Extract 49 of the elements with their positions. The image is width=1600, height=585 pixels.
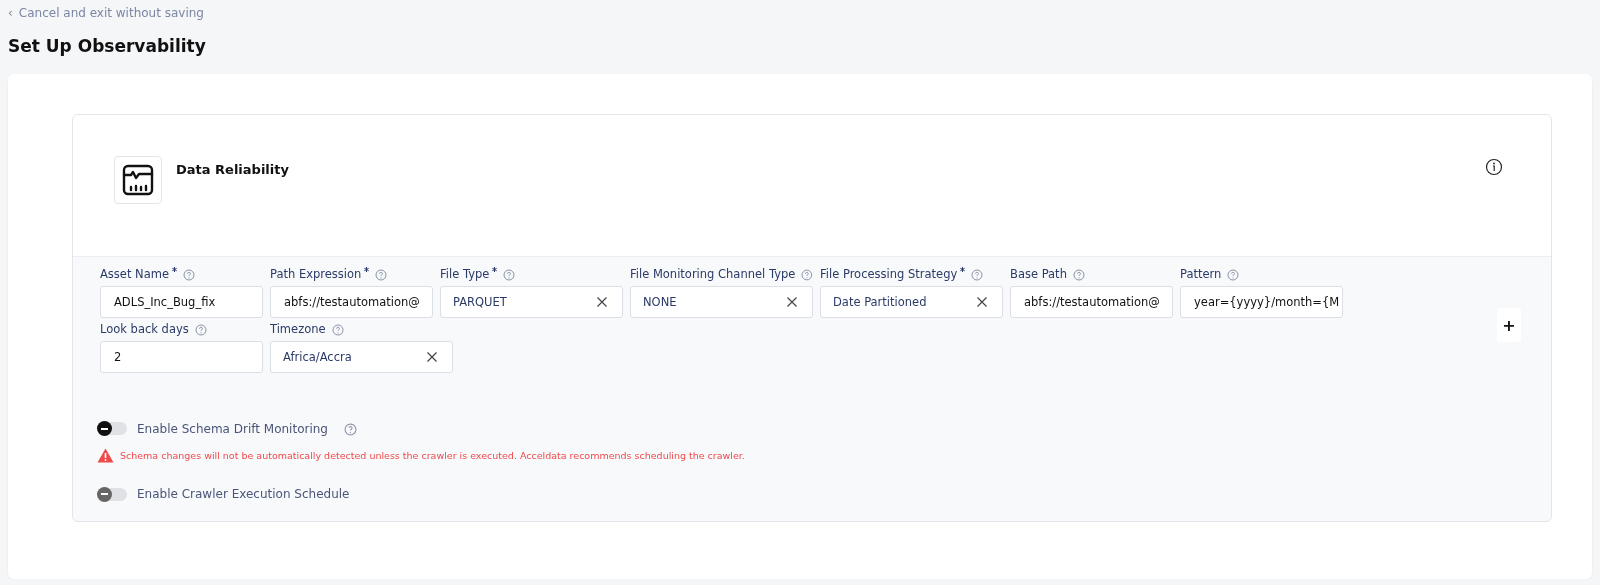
- field-label: Path Expression: [270, 267, 362, 281]
- clear-icon[interactable]: [596, 296, 608, 308]
- toggle-switch[interactable]: [97, 422, 127, 435]
- select-field[interactable]: NONE: [630, 286, 813, 318]
- clear-icon[interactable]: [976, 296, 988, 308]
- input-field[interactable]: 2: [100, 341, 263, 373]
- field-label: Look back days: [100, 322, 189, 336]
- toggle-label: Enable Crawler Execution Schedule: [137, 487, 350, 501]
- chevron-left-icon: ‹: [8, 6, 13, 20]
- input-field[interactable]: ADLS_Inc_Bug_fix: [100, 286, 263, 318]
- field-label: Base Path: [1010, 267, 1067, 281]
- warning-icon: [97, 448, 114, 463]
- help-icon[interactable]: [1072, 269, 1085, 281]
- select-value: Africa/Accra: [283, 350, 352, 364]
- panel-title: Data Reliability: [176, 162, 289, 177]
- field-label: File Monitoring Channel Type: [630, 267, 796, 281]
- input-field[interactable]: year={yyyy}/month={M: [1180, 286, 1343, 318]
- select-field[interactable]: Date Partitioned: [820, 286, 1003, 318]
- help-icon[interactable]: [343, 423, 357, 436]
- field-label: Timezone: [270, 322, 326, 336]
- help-icon[interactable]: [1227, 269, 1240, 281]
- select-field[interactable]: PARQUET: [440, 286, 623, 318]
- field-label: Pattern: [1180, 267, 1222, 281]
- page-title: Set Up Observability: [8, 36, 207, 56]
- help-icon[interactable]: [503, 269, 516, 281]
- add-button[interactable]: +: [1497, 308, 1521, 342]
- select-value: PARQUET: [453, 295, 507, 309]
- select-field[interactable]: Africa/Accra: [270, 341, 453, 373]
- help-icon[interactable]: [801, 269, 813, 281]
- help-icon[interactable]: [183, 269, 196, 281]
- warning-message: Schema changes will not be automatically detected unless the crawler is executed. Acceldata recommends scheduling the crawler.: [120, 450, 745, 461]
- select-value: NONE: [643, 295, 677, 309]
- help-icon[interactable]: [194, 324, 207, 336]
- clear-icon[interactable]: [426, 351, 438, 363]
- field-label: Asset Name: [100, 267, 170, 281]
- toggle-label: Enable Schema Drift Monitoring: [137, 421, 328, 436]
- field-label: File Type: [440, 267, 490, 281]
- clear-icon[interactable]: [786, 296, 798, 308]
- info-icon[interactable]: [1485, 158, 1503, 176]
- input-field[interactable]: abfs://testautomation@: [270, 286, 433, 318]
- select-value: Date Partitioned: [833, 295, 927, 309]
- field-label: File Processing Strategy: [820, 267, 958, 281]
- cancel-link-label: Cancel and exit without saving: [18, 6, 204, 20]
- monitor-chart-icon: [114, 156, 162, 204]
- input-field[interactable]: abfs://testautomation@: [1010, 286, 1173, 318]
- help-icon[interactable]: [971, 269, 984, 281]
- help-icon[interactable]: [375, 269, 388, 281]
- help-icon[interactable]: [331, 324, 344, 336]
- cancel-link[interactable]: ‹ Cancel and exit without saving: [8, 6, 204, 20]
